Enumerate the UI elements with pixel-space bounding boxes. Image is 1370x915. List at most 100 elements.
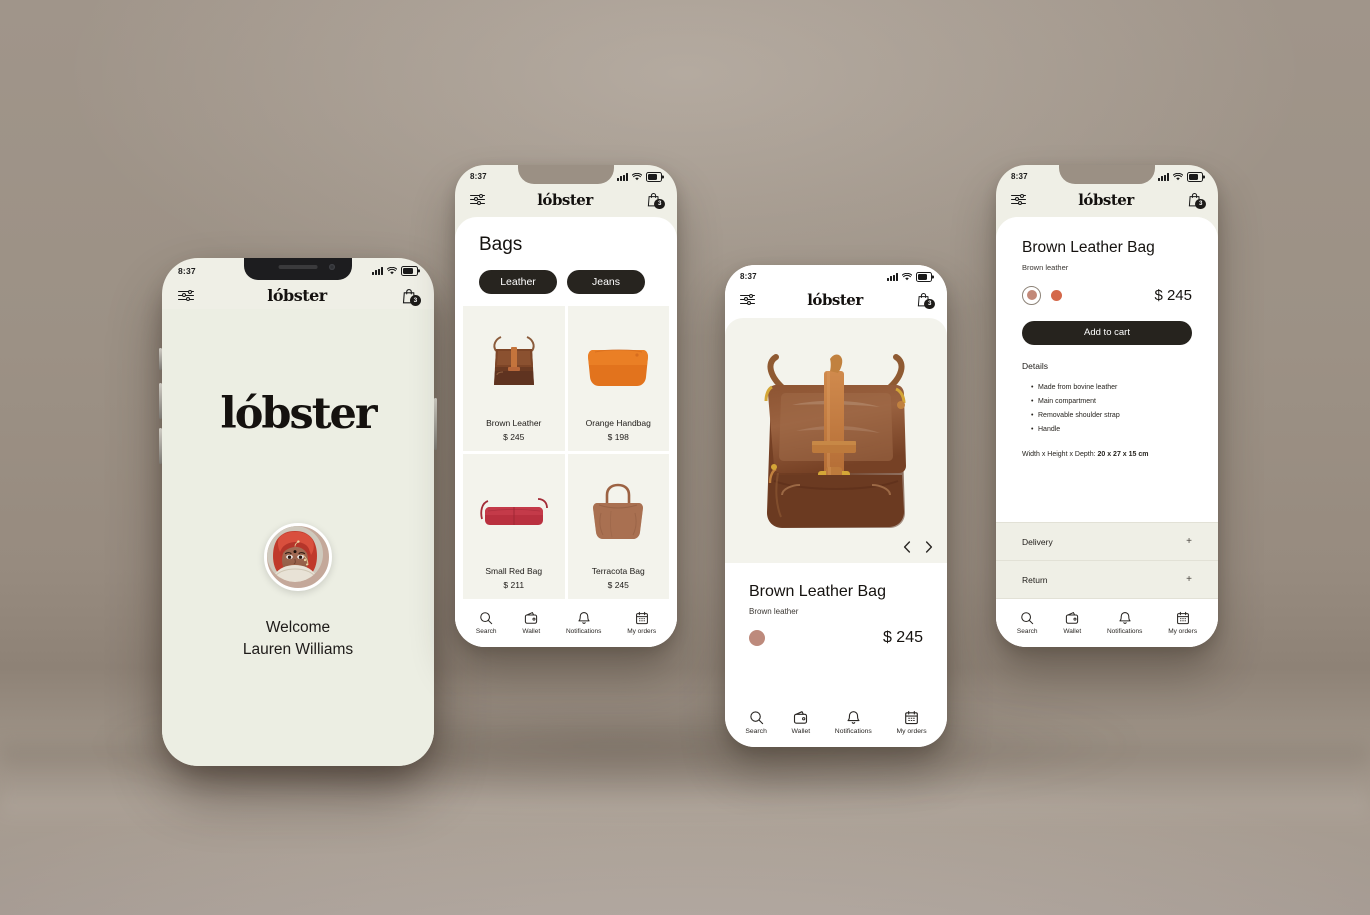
status-time: 8:37 (1011, 172, 1028, 182)
product-card[interactable]: Brown Leather $ 245 (463, 305, 565, 451)
nav-item-notifications[interactable]: Notifications (835, 710, 872, 735)
nav-item-my-orders[interactable]: My orders (1168, 611, 1197, 635)
avatar (264, 523, 332, 591)
color-swatch-option[interactable] (1051, 289, 1062, 301)
nav-label: Notifications (834, 727, 872, 735)
product-card[interactable]: Terracota Bag $ 245 (567, 453, 669, 599)
wifi-icon (387, 267, 397, 275)
cart-badge: 3 (654, 198, 665, 209)
add-to-cart-button[interactable]: Add to cart (1022, 320, 1192, 345)
color-swatch-group (1022, 285, 1062, 305)
chip-leather[interactable]: Leather (479, 269, 557, 294)
page-title: Bags (479, 233, 523, 255)
product-name: Small Red Bag (485, 566, 543, 576)
phone4-app-bar: lóbster 3 (996, 184, 1218, 217)
nav-item-notifications[interactable]: Notifications (1107, 611, 1142, 635)
nav-item-search[interactable]: Search (1017, 611, 1038, 635)
brand-wordmark: lóbster (220, 389, 377, 439)
welcome-greeting: Welcome (265, 619, 331, 636)
product-grid: Brown Leather $ 245 Orange Handbag $ 198 (455, 305, 677, 599)
color-swatch-option-selected[interactable] (1022, 285, 1041, 305)
nav-item-notifications[interactable]: Notifications (566, 611, 601, 635)
sliders-filter-icon (740, 293, 755, 306)
product-name: Brown Leather (486, 417, 542, 428)
product-card[interactable]: Orange Handbag $ 198 (567, 305, 669, 451)
chip-jeans[interactable]: Jeans (567, 269, 645, 294)
phone2-screen: 8:37 lóbster 3 Bags Leather Jeans Brown … (455, 165, 677, 647)
color-swatch-selected[interactable] (749, 629, 765, 646)
cart-button[interactable]: 3 (1186, 191, 1206, 209)
product-image-brown-leather-messenger-bag (463, 306, 565, 418)
cart-button[interactable]: 3 (915, 291, 935, 309)
swatch-dot (1026, 290, 1037, 300)
calendar-icon (1176, 611, 1189, 625)
filter-button[interactable] (740, 293, 755, 306)
phone4-status-bar: 8:37 (996, 165, 1218, 184)
sliders-filter-icon (1011, 193, 1026, 206)
app-logo: lóbster (1078, 190, 1134, 209)
bell-icon (1119, 612, 1131, 624)
nav-label: Notifications (565, 628, 602, 635)
battery-icon (401, 266, 418, 276)
app-logo: lóbster (267, 286, 327, 305)
nav-label: Search (1016, 628, 1038, 635)
carousel-arrows (903, 540, 933, 553)
nav-label: Wallet (522, 628, 541, 635)
phone1-power-button[interactable] (434, 398, 437, 450)
details-list-item: Removable shoulder strap (1031, 409, 1192, 423)
nav-item-wallet[interactable]: Wallet (1063, 611, 1081, 635)
accordion-row-delivery[interactable]: Delivery + (996, 523, 1218, 560)
product-price: $ 245 (607, 580, 629, 590)
details-list: Made from bovine leather Main compartmen… (1031, 381, 1192, 437)
product-image-small-red-shoulder-bag (463, 454, 565, 566)
signal-icon (372, 267, 383, 275)
filter-button[interactable] (178, 289, 194, 303)
nav-item-my-orders[interactable]: My orders (627, 611, 656, 635)
filter-button[interactable] (1011, 193, 1026, 206)
status-time: 8:37 (740, 272, 757, 282)
nav-label: Search (745, 727, 767, 735)
signal-icon (1158, 173, 1169, 181)
chevron-right-icon (925, 540, 933, 553)
bell-icon (578, 612, 590, 624)
product-price: $ 211 (503, 580, 525, 590)
phone1-screen: 8:37 lóbster 3 lóbster Welcome Lauren Wi… (162, 258, 434, 766)
nav-label: My orders (1168, 628, 1198, 635)
filter-button[interactable] (470, 193, 485, 206)
product-price: $ 245 (1154, 286, 1192, 304)
search-icon (1021, 612, 1034, 625)
search-icon (480, 612, 493, 625)
carousel-next-button[interactable] (925, 540, 933, 553)
expand-plus-icon: + (1186, 536, 1192, 547)
details-list-item: Main compartment (1031, 395, 1192, 409)
cart-button[interactable]: 3 (400, 287, 421, 306)
nav-item-my-orders[interactable]: My orders (896, 710, 927, 735)
nav-label: Wallet (1063, 628, 1082, 635)
nav-item-search[interactable]: Search (745, 710, 767, 735)
nav-item-wallet[interactable]: Wallet (792, 710, 810, 735)
nav-item-wallet[interactable]: Wallet (522, 611, 540, 635)
expand-plus-icon: + (1186, 574, 1192, 585)
product-title: Brown Leather Bag (749, 582, 886, 600)
phone-3-product-hero: 8:37 lóbster 3 Brown Leather Bag Brown l… (725, 265, 947, 747)
accordion-section: Delivery + Return + (996, 522, 1218, 599)
accordion-label: Delivery (1022, 536, 1053, 547)
carousel-prev-button[interactable] (903, 540, 911, 553)
product-subtitle: Brown leather (1022, 262, 1069, 272)
wallet-icon (794, 710, 808, 724)
product-title: Brown Leather Bag (1022, 238, 1155, 256)
product-card[interactable]: Small Red Bag $ 211 (463, 453, 565, 599)
calendar-icon (905, 710, 918, 724)
phone4-detail-panel: Brown Leather Bag Brown leather $ 245 Ad… (996, 216, 1218, 458)
phone3-status-bar: 8:37 (725, 265, 947, 284)
signal-icon (887, 273, 898, 281)
cart-badge: 3 (1195, 198, 1206, 209)
battery-icon (916, 272, 932, 282)
cart-button[interactable]: 3 (645, 191, 665, 209)
nav-item-search[interactable]: Search (476, 611, 497, 635)
wallet-icon (525, 612, 538, 624)
phone-4-product-details: 8:37 lóbster 3 Brown Leather Bag Brown l… (996, 165, 1218, 647)
details-section-label: Details (1022, 360, 1048, 371)
phone-2-listing: 8:37 lóbster 3 Bags Leather Jeans Brown … (455, 165, 677, 647)
accordion-row-return[interactable]: Return + (996, 561, 1218, 598)
